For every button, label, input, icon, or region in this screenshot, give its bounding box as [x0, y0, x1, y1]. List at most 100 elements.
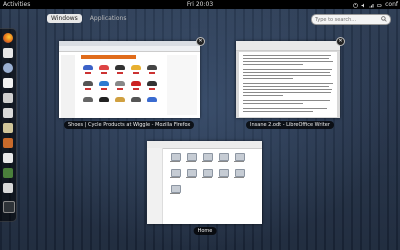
folder-icon[interactable]: [187, 169, 197, 177]
folder-icon[interactable]: [235, 169, 245, 177]
battery-icon[interactable]: [377, 3, 382, 8]
dash: [0, 28, 17, 222]
files-icon[interactable]: [3, 123, 13, 133]
folder-icon[interactable]: [235, 153, 245, 161]
shoe-image: [83, 81, 93, 86]
files-sidebar: [147, 148, 163, 224]
file-label: [170, 177, 180, 178]
network-icon[interactable]: [369, 3, 374, 8]
apps-icon[interactable]: [3, 201, 15, 213]
terminal-icon[interactable]: [3, 168, 13, 178]
window-files[interactable]: [147, 141, 262, 224]
close-writer-icon[interactable]: ✕: [336, 37, 345, 46]
shoe-image: [131, 65, 141, 70]
shoe-image: [83, 65, 93, 70]
file-label: [202, 177, 212, 178]
folder-icon[interactable]: [219, 153, 229, 161]
file-label: [202, 161, 212, 162]
accessibility-icon[interactable]: [353, 3, 358, 8]
price-tag: [117, 88, 123, 90]
firefox-icon[interactable]: [3, 33, 13, 43]
close-firefox-icon[interactable]: ✕: [196, 37, 205, 46]
price-tag: [133, 72, 139, 74]
file-label: [218, 161, 228, 162]
top-bar: Activities Fri 20:03 conf: [0, 0, 400, 9]
writer-icon[interactable]: [3, 108, 13, 118]
text-line: [243, 86, 329, 87]
help-icon[interactable]: [3, 153, 13, 163]
workspace-icon[interactable]: [3, 183, 13, 193]
price-tag: [133, 88, 139, 90]
text-line: [243, 100, 330, 101]
price-tag: [85, 88, 91, 90]
text-line: [243, 61, 333, 62]
shoe-image: [115, 81, 125, 86]
folder-icon[interactable]: [171, 169, 181, 177]
text-line: [243, 69, 332, 70]
search-box: [311, 14, 391, 25]
folder-icon[interactable]: [203, 169, 213, 177]
price-tag: [149, 88, 155, 90]
volume-icon[interactable]: [361, 3, 366, 8]
file-label: [218, 177, 228, 178]
text-line: [243, 108, 327, 109]
writer-page: [239, 52, 337, 117]
search-icon: [381, 16, 387, 22]
price-tag: [101, 88, 107, 90]
evolution-icon[interactable]: [3, 48, 13, 58]
shoe-image: [99, 81, 109, 86]
window-writer[interactable]: [236, 41, 340, 118]
shoe-image: [147, 81, 157, 86]
folder-icon[interactable]: [203, 153, 213, 161]
shoe-image: [115, 65, 125, 70]
user-menu[interactable]: conf: [385, 0, 398, 9]
shoe-image: [115, 97, 125, 102]
shoe-image: [99, 97, 109, 102]
text-line: [243, 72, 330, 73]
tab-windows[interactable]: Windows: [47, 14, 82, 23]
shoe-image: [99, 65, 109, 70]
text-line: [243, 103, 303, 104]
file-label: [186, 177, 196, 178]
text-line: [243, 89, 332, 90]
overview-tabs: Windows Applications: [47, 14, 130, 23]
folder-icon[interactable]: [171, 153, 181, 161]
software-icon[interactable]: [3, 138, 13, 148]
files-toolbar: [147, 141, 262, 149]
shoe-image: [83, 97, 93, 102]
text-line: [243, 78, 293, 79]
caption-files: Home: [193, 227, 217, 235]
search-input[interactable]: [315, 15, 375, 24]
writer-toolbar: [236, 41, 340, 51]
text-line: [243, 75, 331, 76]
text-line: [243, 83, 333, 84]
file-label: [234, 161, 244, 162]
text-line: [243, 58, 329, 59]
tab-applications[interactable]: Applications: [86, 14, 131, 23]
folder-icon[interactable]: [187, 153, 197, 161]
rhythmbox-icon[interactable]: [3, 78, 13, 88]
file-label: [170, 161, 180, 162]
shotwell-icon[interactable]: [3, 93, 13, 103]
shoe-image: [147, 65, 157, 70]
clock[interactable]: Fri 20:03: [0, 0, 400, 9]
empathy-icon[interactable]: [3, 63, 13, 73]
price-tag: [117, 72, 123, 74]
text-line: [243, 64, 303, 65]
folder-icon[interactable]: [171, 185, 181, 193]
text-line: [243, 111, 313, 112]
file-label: [186, 161, 196, 162]
window-firefox[interactable]: [59, 41, 200, 118]
text-line: [243, 92, 331, 93]
price-tag: [101, 72, 107, 74]
folder-icon[interactable]: [219, 169, 229, 177]
shoe-image: [131, 97, 141, 102]
file-label: [170, 193, 180, 194]
caption-writer: Insane 2.odt - LibreOffice Writer: [246, 121, 334, 129]
price-tag: [149, 72, 155, 74]
shoe-image: [131, 81, 141, 86]
price-tag: [85, 72, 91, 74]
status-area: conf: [353, 0, 398, 9]
text-line: [243, 55, 331, 56]
caption-firefox: Shoes | Cycle Products at Wiggle - Mozil…: [64, 121, 195, 129]
